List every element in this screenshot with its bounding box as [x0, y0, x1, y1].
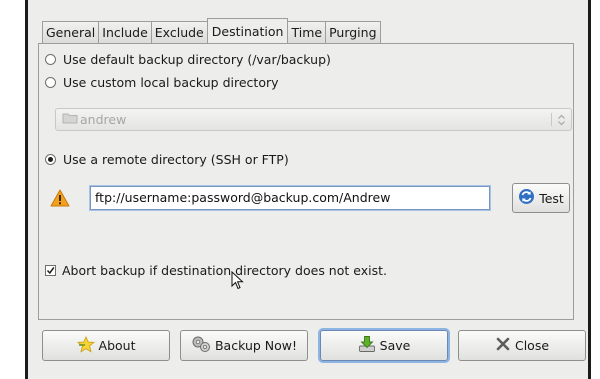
warning-icon — [50, 189, 70, 210]
remote-dir-radio[interactable] — [45, 154, 56, 165]
test-button-label: Test — [539, 190, 564, 206]
tab-general[interactable]: General — [42, 21, 100, 43]
local-folder-combo[interactable]: andrew — [55, 108, 572, 131]
close-button[interactable]: Close — [458, 330, 586, 361]
backup-now-button-label: Backup Now! — [214, 338, 298, 353]
folder-icon — [62, 112, 78, 127]
dialog-button-row: About Backup Now! Save Close — [42, 330, 586, 361]
tab-destination[interactable]: Destination — [206, 18, 289, 43]
remote-dir-label: Use a remote directory (SSH or FTP) — [63, 152, 289, 167]
abort-label: Abort backup if destination directory do… — [62, 263, 387, 278]
combo-spin-icon — [557, 113, 566, 130]
tab-bar: General Include Exclude Destination Time… — [42, 18, 381, 43]
local-folder-value: andrew — [80, 112, 127, 127]
about-button[interactable]: About — [42, 330, 170, 361]
save-button-label: Save — [379, 338, 411, 353]
default-dir-option[interactable]: Use default backup directory (/var/backu… — [45, 52, 331, 67]
refresh-icon — [518, 188, 535, 208]
save-button[interactable]: Save — [320, 330, 448, 361]
combo-separator — [551, 113, 552, 126]
destination-panel: Use default backup directory (/var/backu… — [38, 43, 574, 320]
remote-url-input[interactable]: ftp://username:password@backup.com/Andre… — [90, 186, 490, 210]
abort-checkbox[interactable] — [45, 265, 56, 276]
backup-now-button[interactable]: Backup Now! — [180, 330, 308, 361]
tab-include[interactable]: Include — [98, 21, 152, 43]
gears-icon — [191, 335, 211, 356]
default-dir-label: Use default backup directory (/var/backu… — [63, 52, 331, 67]
tab-exclude[interactable]: Exclude — [150, 21, 208, 43]
star-icon — [76, 335, 95, 356]
remote-dir-option[interactable]: Use a remote directory (SSH or FTP) — [45, 152, 289, 167]
tab-purging[interactable]: Purging — [325, 21, 381, 43]
preferences-window: General Include Exclude Destination Time… — [25, 0, 591, 379]
save-download-icon — [358, 335, 376, 356]
abort-option[interactable]: Abort backup if destination directory do… — [45, 263, 387, 278]
custom-local-label: Use custom local backup directory — [63, 75, 279, 90]
test-button[interactable]: Test — [512, 183, 570, 213]
mouse-pointer-icon — [231, 270, 244, 293]
about-button-label: About — [98, 338, 136, 353]
close-x-icon — [495, 336, 511, 355]
tab-time[interactable]: Time — [287, 21, 327, 43]
close-button-label: Close — [514, 338, 550, 353]
custom-local-option[interactable]: Use custom local backup directory — [45, 75, 279, 90]
default-dir-radio[interactable] — [45, 54, 56, 65]
custom-local-radio[interactable] — [45, 77, 56, 88]
